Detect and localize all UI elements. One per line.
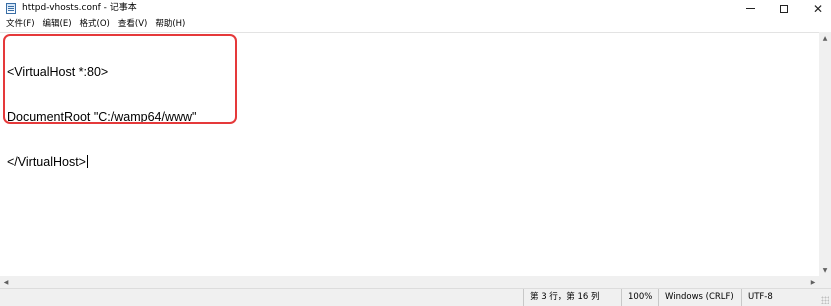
vertical-scrollbar[interactable]: ▲ ▼: [819, 32, 831, 276]
editor-line: DocumentRoot "C:/wamp64/www": [7, 110, 197, 124]
menu-bar: 文件(F) 编辑(E) 格式(O) 查看(V) 帮助(H): [0, 17, 831, 32]
zoom-level: 100%: [621, 289, 658, 306]
horizontal-scrollbar[interactable]: ◀ ▶: [0, 276, 819, 288]
scroll-up-icon[interactable]: ▲: [819, 32, 831, 44]
scroll-down-icon[interactable]: ▼: [819, 264, 831, 276]
editor-line: </VirtualHost>: [7, 155, 86, 169]
menu-view[interactable]: 查看(V): [114, 18, 151, 31]
menu-edit[interactable]: 编辑(E): [39, 18, 76, 31]
cursor-position: 第 3 行，第 16 列: [523, 289, 621, 306]
notepad-icon: [6, 3, 16, 14]
resize-grip-icon[interactable]: [821, 296, 829, 304]
menu-help[interactable]: 帮助(H): [151, 18, 189, 31]
encoding: UTF-8: [741, 289, 831, 306]
menu-format[interactable]: 格式(O): [76, 18, 114, 31]
editor-line: <VirtualHost *:80>: [7, 65, 109, 79]
maximize-icon: [780, 4, 788, 13]
status-bar: 第 3 行，第 16 列 100% Windows (CRLF) UTF-8: [0, 288, 831, 306]
text-caret: [86, 155, 88, 168]
title-bar[interactable]: httpd-vhosts.conf - 记事本 ✕: [0, 0, 831, 17]
close-icon: ✕: [812, 1, 824, 16]
menu-file[interactable]: 文件(F): [0, 18, 39, 31]
minimize-button[interactable]: [731, 0, 769, 17]
window-title: httpd-vhosts.conf - 记事本: [22, 3, 137, 13]
maximize-button[interactable]: [765, 0, 803, 17]
scrollbar-corner: [819, 276, 831, 288]
text-editor[interactable]: <VirtualHost *:80> DocumentRoot "C:/wamp…: [0, 32, 819, 276]
scroll-left-icon[interactable]: ◀: [0, 276, 12, 288]
scroll-right-icon[interactable]: ▶: [807, 276, 819, 288]
close-button[interactable]: ✕: [799, 0, 831, 17]
line-ending: Windows (CRLF): [658, 289, 741, 306]
minimize-icon: [745, 8, 755, 9]
editor-line-with-caret: </VirtualHost>: [7, 155, 197, 170]
notepad-window: httpd-vhosts.conf - 记事本 ✕ 文件(F) 编辑(E) 格式…: [0, 0, 831, 306]
editor-content[interactable]: <VirtualHost *:80> DocumentRoot "C:/wamp…: [7, 35, 197, 200]
